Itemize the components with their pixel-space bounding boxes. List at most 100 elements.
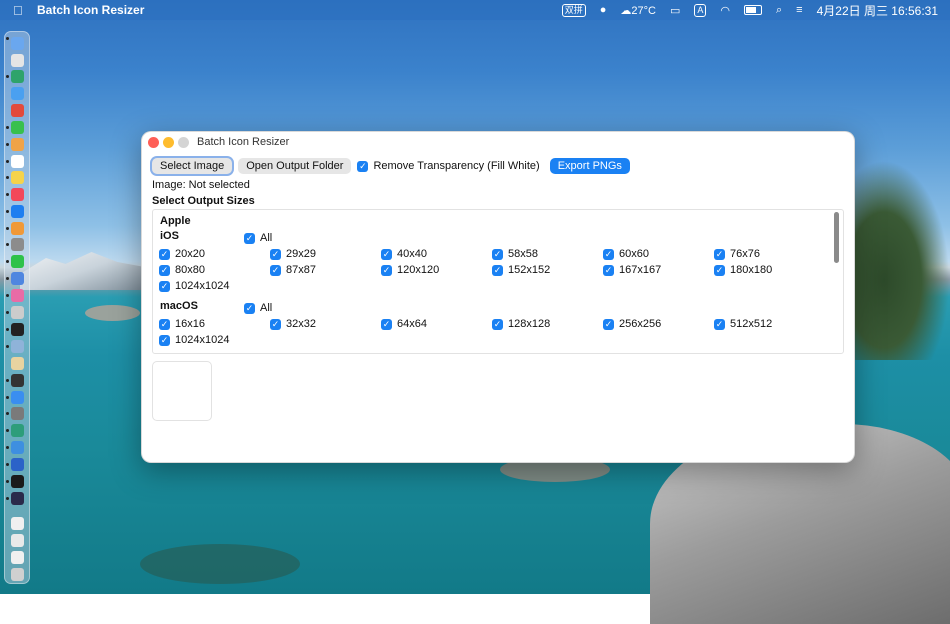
checkmark-icon[interactable]: ✓ [357,160,369,172]
music-icon[interactable] [11,188,24,201]
xcode-icon[interactable] [11,272,24,285]
ios-size-checkbox[interactable]: ✓ 29x29 [270,248,316,260]
checkmark-icon[interactable]: ✓ [159,318,170,330]
scrollbar-thumb[interactable] [834,212,839,263]
checkmark-icon[interactable]: ✓ [159,334,170,346]
macos-size-checkbox[interactable]: ✓ 32x32 [270,318,316,330]
word-icon[interactable] [11,458,24,471]
ios-size-checkbox[interactable]: ✓ 120x120 [381,264,439,276]
messages-icon[interactable] [11,121,24,134]
checkmark-icon[interactable]: ✓ [244,232,255,244]
terminal-alt-icon[interactable] [11,475,24,488]
photos-icon[interactable] [11,138,24,151]
checkmark-icon[interactable]: ✓ [492,318,503,330]
export-pngs-button[interactable]: Export PNGs [549,158,630,174]
checkmark-icon[interactable]: ✓ [381,264,392,276]
settings-icon[interactable] [11,238,24,251]
ios-size-checkbox[interactable]: ✓ 60x60 [603,248,649,260]
ios-size-checkbox[interactable]: ✓ 167x167 [603,264,661,276]
checkmark-icon[interactable]: ✓ [244,302,255,314]
ios-size-checkbox[interactable]: ✓ 180x180 [714,264,772,276]
ios-size-checkbox[interactable]: ✓ 58x58 [492,248,538,260]
checkmark-icon[interactable]: ✓ [492,248,503,260]
macos-size-checkbox[interactable]: ✓ 256x256 [603,318,661,330]
checkmark-icon[interactable]: ✓ [381,248,392,260]
ios-size-checkbox[interactable]: ✓ 1024x1024 [159,280,229,292]
launchpad-icon[interactable] [11,54,24,67]
remove-transparency-checkbox[interactable]: ✓ Remove Transparency (Fill White) [357,160,540,172]
checkmark-icon[interactable]: ✓ [714,248,725,260]
keyboard-layout-indicator[interactable]: A [694,3,707,17]
ios-size-checkbox[interactable]: ✓ 40x40 [381,248,427,260]
terminal-dark-icon[interactable] [11,374,24,387]
macos-size-checkbox[interactable]: ✓ 1024x1024 [159,334,229,346]
checkmark-icon[interactable]: ✓ [603,318,614,330]
battery-icon[interactable] [744,5,762,15]
input-method-indicator[interactable]: 双拼 [561,3,586,17]
ios-size-checkbox[interactable]: ✓ 20x20 [159,248,205,260]
checkmark-icon[interactable]: ✓ [603,248,614,260]
display-icon[interactable]: ▭ [670,4,680,17]
safari-icon[interactable] [11,87,24,100]
checkmark-icon[interactable]: ✓ [159,264,170,276]
ios-all-checkbox[interactable]: ✓ All [244,232,272,244]
output-sizes-panel[interactable]: Apple iOS ✓ All macOS ✓ All ✓ 20x20 ✓ 29x29… [152,209,844,354]
ios-size-checkbox[interactable]: ✓ 80x80 [159,264,205,276]
minimize-window-button[interactable] [163,137,174,148]
contacts-icon[interactable] [11,357,24,370]
terminal-icon[interactable] [11,323,24,336]
checkmark-icon[interactable]: ✓ [159,248,170,260]
open-output-folder-button[interactable]: Open Output Folder [238,158,352,174]
trash-icon[interactable] [11,568,24,581]
mail-icon[interactable] [11,534,24,547]
checkmark-icon[interactable]: ✓ [714,264,725,276]
folder-icon[interactable] [11,551,24,564]
search-icon[interactable]: ⌕ [776,4,782,17]
calendar-icon[interactable] [11,155,24,168]
macos-all-checkbox[interactable]: ✓ All [244,302,272,314]
safari-alt-icon[interactable] [11,441,24,454]
monitor-icon[interactable] [11,492,24,505]
checkmark-icon[interactable]: ✓ [603,264,614,276]
ios-size-checkbox[interactable]: ✓ 76x76 [714,248,760,260]
checkmark-icon[interactable]: ✓ [714,318,725,330]
checkmark-icon[interactable]: ✓ [492,264,503,276]
select-image-button[interactable]: Select Image [152,158,233,174]
macos-size-checkbox[interactable]: ✓ 64x64 [381,318,427,330]
checkmark-icon[interactable]: ✓ [381,318,392,330]
zoom-window-button[interactable] [178,137,189,148]
photos-alt-icon[interactable] [11,289,24,302]
apple-menu-icon[interactable]:  [13,3,27,18]
app-store-icon[interactable] [11,205,24,218]
app-store-alt-icon[interactable] [11,391,24,404]
disk-icon[interactable] [11,306,24,319]
macos-size-checkbox[interactable]: ✓ 128x128 [492,318,550,330]
checkmark-icon[interactable]: ✓ [270,318,281,330]
edge-alt-icon[interactable] [11,424,24,437]
checkmark-icon[interactable]: ✓ [270,264,281,276]
control-center-icon[interactable]: ≡ [796,4,802,16]
macos-size-checkbox[interactable]: ✓ 512x512 [714,318,772,330]
macos-size-checkbox[interactable]: ✓ 16x16 [159,318,205,330]
window-titlebar[interactable]: Batch Icon Resizer [142,132,854,152]
menu-app-name[interactable]: Batch Icon Resizer [37,3,144,17]
wifi-icon[interactable]: ◠ [720,4,730,17]
menu-clock[interactable]: 4月22日 周三 16:56:31 [817,2,938,19]
notes-icon[interactable] [11,171,24,184]
finder-icon[interactable] [11,37,24,50]
ios-size-checkbox[interactable]: ✓ 87x87 [270,264,316,276]
settings-alt-icon[interactable] [11,407,24,420]
weather-indicator[interactable]: ☁27°C [620,4,656,17]
wechat-icon[interactable] [11,255,24,268]
chrome-icon[interactable] [11,104,24,117]
scrollbar[interactable] [833,212,841,348]
close-window-button[interactable] [148,137,159,148]
books-icon[interactable] [11,222,24,235]
preview-icon[interactable] [11,340,24,353]
ios-size-checkbox[interactable]: ✓ 152x152 [492,264,550,276]
checkmark-icon[interactable]: ✓ [270,248,281,260]
document-icon[interactable] [11,517,24,530]
user-icon[interactable]: ● [600,4,607,16]
edge-icon[interactable] [11,70,24,83]
checkmark-icon[interactable]: ✓ [159,280,170,292]
